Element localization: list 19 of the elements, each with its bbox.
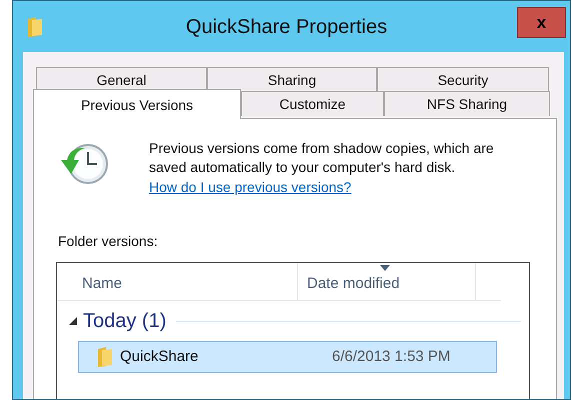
- version-row[interactable]: QuickShare 6/6/2013 1:53 PM: [78, 341, 497, 373]
- column-header[interactable]: Date modified: [297, 263, 476, 300]
- tab[interactable]: Customize: [241, 91, 384, 116]
- expand-arrow-icon[interactable]: [69, 317, 77, 325]
- version-date: 6/6/2013 1:53 PM: [332, 346, 450, 367]
- help-link[interactable]: How do I use previous versions?: [149, 179, 352, 195]
- info-text: Previous versions come from shadow copies, which are saved automatically to your computer's hard disk.: [149, 139, 495, 177]
- tab[interactable]: NFS Sharing: [384, 91, 550, 116]
- window-title: QuickShare Properties: [186, 14, 388, 40]
- version-name: QuickShare: [120, 346, 200, 367]
- group-header[interactable]: Today (1): [83, 306, 166, 336]
- folder-versions-label: Folder versions:: [58, 232, 158, 251]
- folder-icon: [27, 16, 43, 38]
- tab[interactable]: Security: [377, 67, 549, 92]
- folder-icon: [96, 346, 114, 368]
- tab[interactable]: Sharing: [207, 67, 377, 92]
- tab[interactable]: Previous Versions: [33, 89, 241, 119]
- column-header[interactable]: Name: [57, 263, 297, 300]
- close-button[interactable]: x: [517, 7, 566, 38]
